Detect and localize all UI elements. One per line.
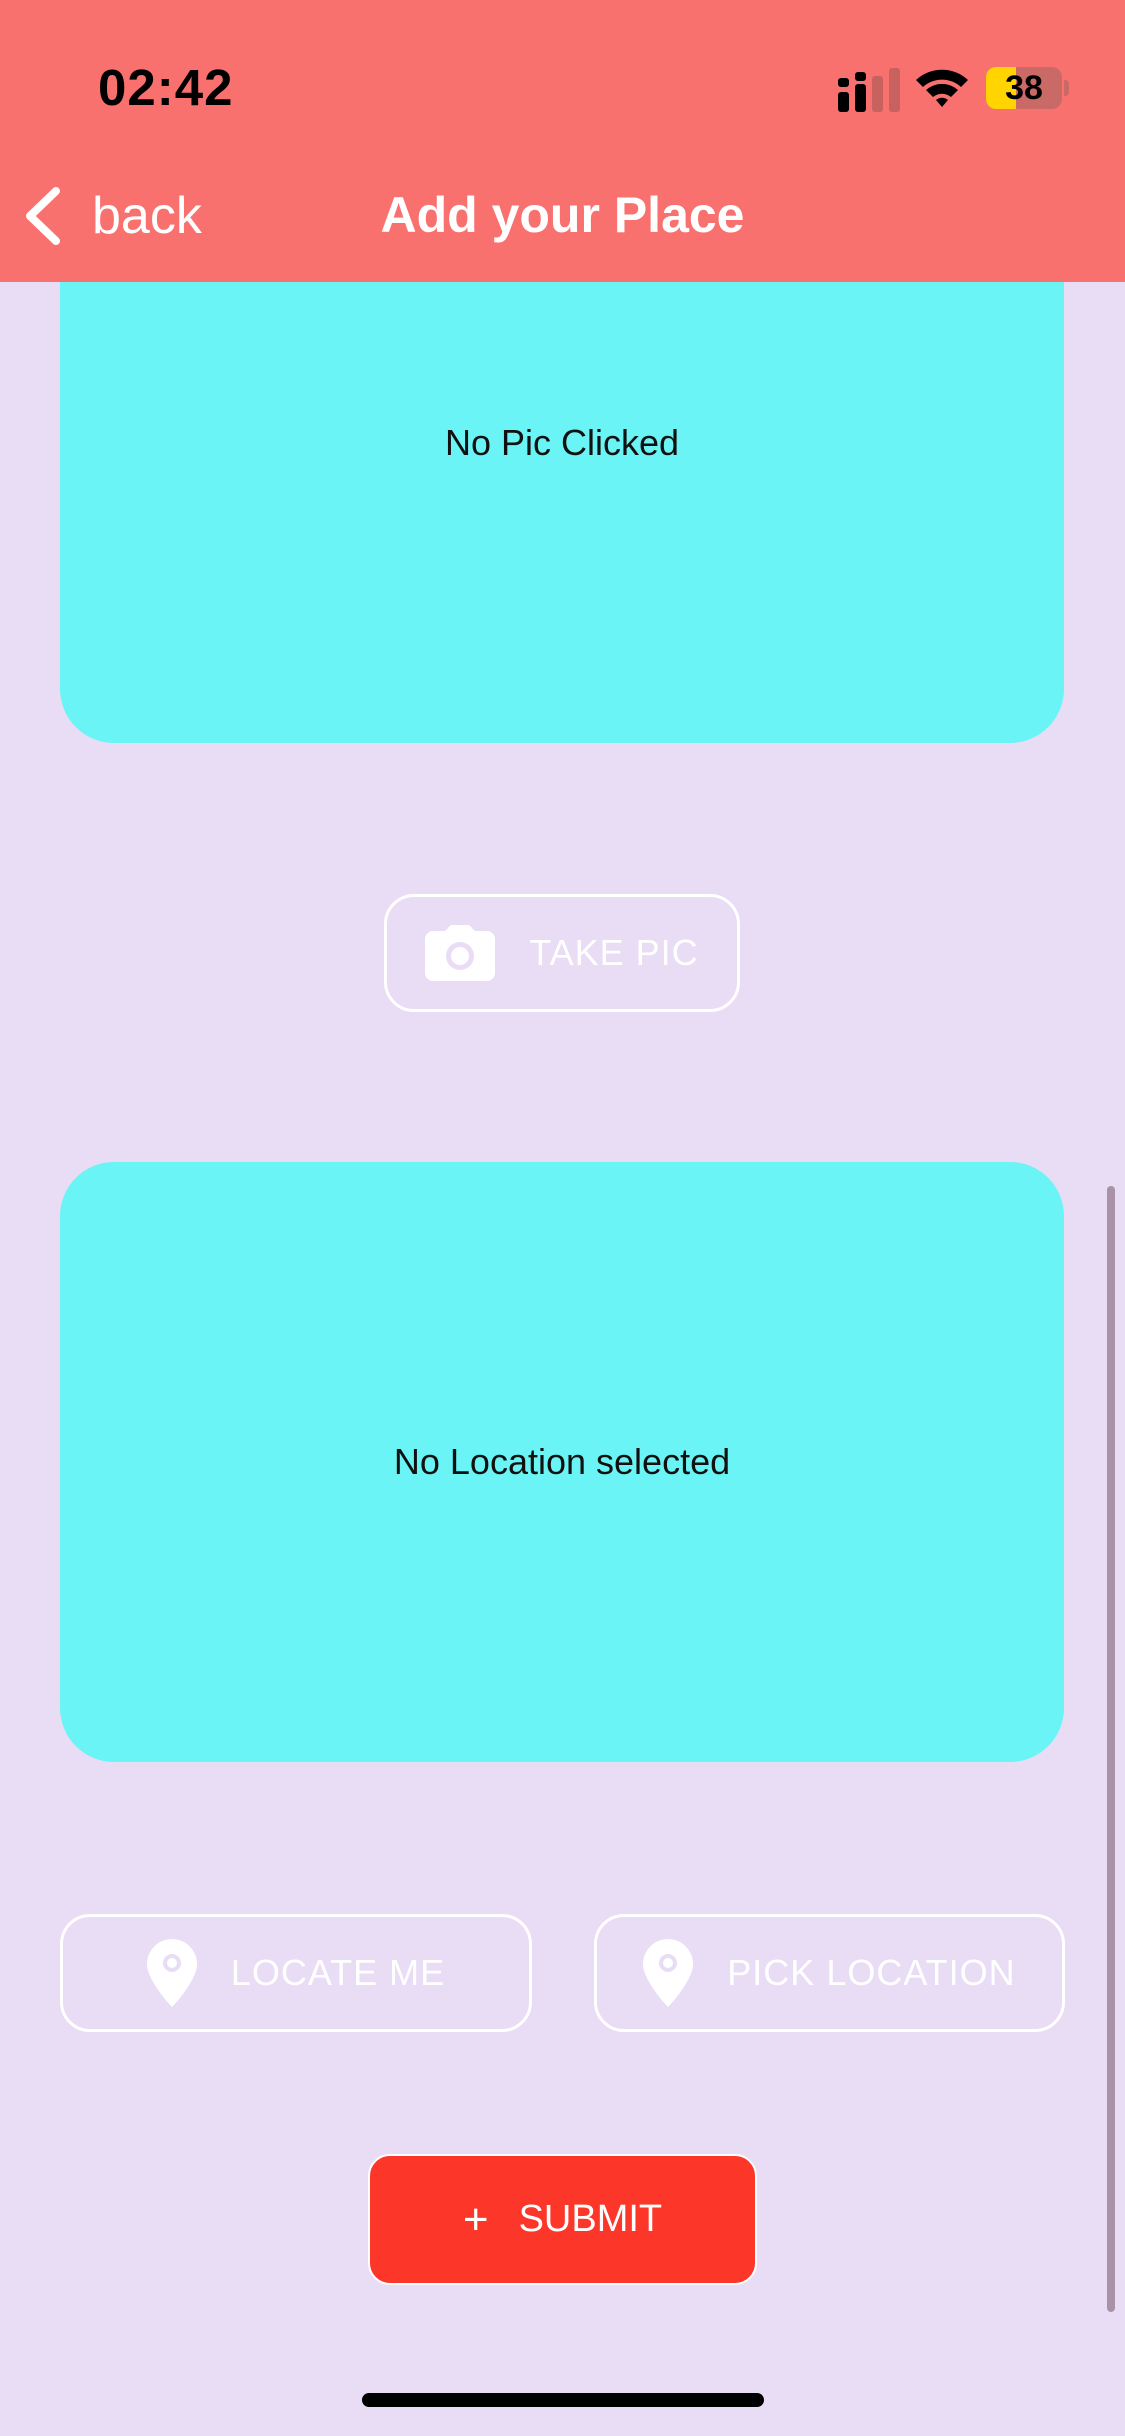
plus-icon: + — [462, 2194, 489, 2244]
map-pin-icon — [146, 1939, 197, 2007]
submit-button[interactable]: + SUBMIT — [368, 2154, 757, 2285]
take-pic-label: TAKE PIC — [529, 932, 699, 973]
scrollbar[interactable] — [1107, 1186, 1115, 2312]
wifi-icon — [916, 69, 968, 107]
map-pin-icon — [643, 1939, 694, 2007]
cellular-signal-icon — [838, 68, 900, 112]
locate-me-label: LOCATE ME — [230, 1952, 446, 1993]
submit-label: SUBMIT — [518, 2198, 663, 2240]
take-pic-button[interactable]: TAKE PIC — [384, 894, 740, 1012]
battery-icon: 38 — [986, 67, 1069, 109]
location-placeholder-text: No Location selected — [393, 1441, 731, 1482]
home-indicator[interactable] — [362, 2393, 764, 2407]
pick-location-button[interactable]: PICK LOCATION — [594, 1914, 1065, 2032]
locate-me-button[interactable]: LOCATE ME — [60, 1914, 532, 2032]
status-time: 02:42 — [98, 59, 234, 116]
battery-level: 38 — [1005, 69, 1043, 107]
image-preview-card: No Pic Clicked — [60, 282, 1064, 743]
page-title: Add your Place — [380, 187, 745, 243]
image-placeholder-text: No Pic Clicked — [444, 422, 680, 463]
pick-location-label: PICK LOCATION — [727, 1952, 1016, 1993]
camera-icon — [425, 925, 496, 981]
app-header: 02:42 38 back Add your Place — [0, 0, 1125, 282]
location-preview-card: No Location selected — [60, 1162, 1064, 1762]
